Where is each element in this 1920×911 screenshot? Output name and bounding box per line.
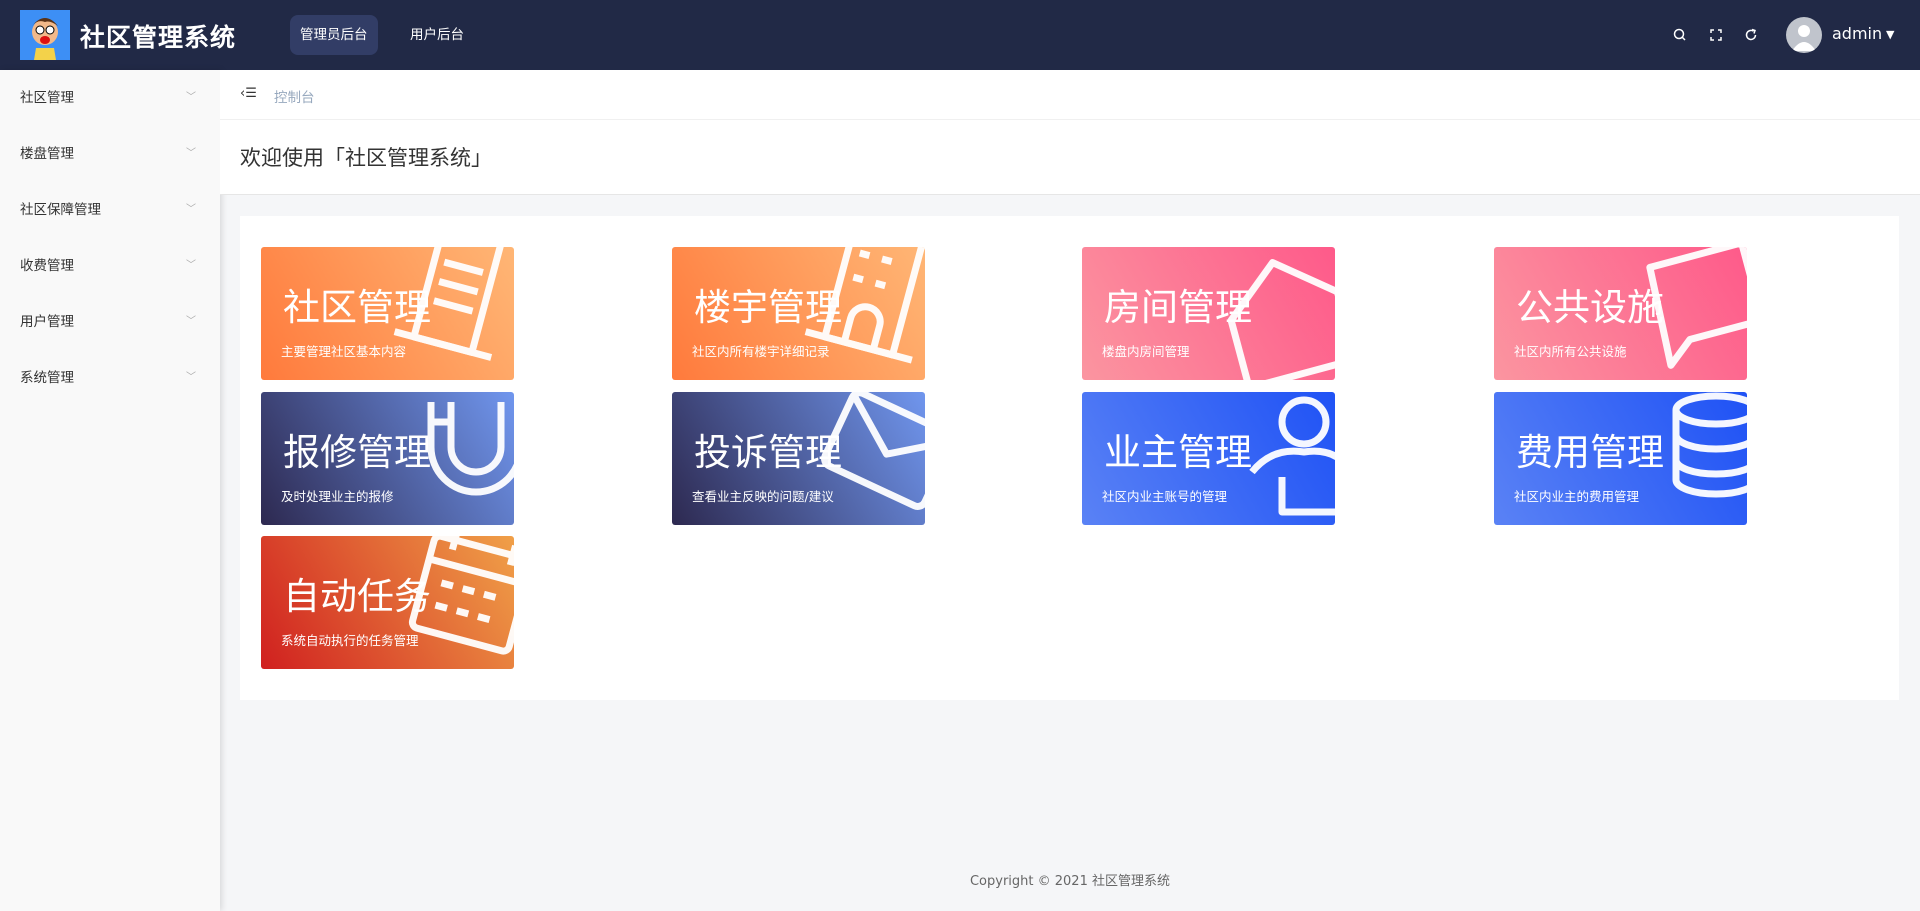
card-flag[interactable]: 公共设施 社区内所有公共设施 xyxy=(1494,247,1747,380)
app-title: 社区管理系统 xyxy=(80,23,237,52)
nav-tab-user[interactable]: 用户后台 xyxy=(400,15,474,55)
top-header: 社区管理系统 管理员后台 用户后台 admin ▼ xyxy=(0,0,1920,70)
card-title: 自动任务 xyxy=(283,575,431,618)
sidebar-item-property[interactable]: 楼盘管理 ﹀ xyxy=(0,126,220,182)
sidebar-item-label: 收费管理 xyxy=(20,258,74,274)
footer-copyright: Copyright © 2021 社区管理系统 xyxy=(969,874,1170,889)
card-subtitle: 主要管理社区基本内容 xyxy=(281,344,407,359)
card-office-building[interactable]: 楼宇管理 社区内所有楼宇详细记录 xyxy=(672,247,925,380)
collapse-menu-icon[interactable]: ‹☰ xyxy=(240,86,257,101)
chevron-down-icon: ﹀ xyxy=(186,316,196,327)
sidebar-item-label: 系统管理 xyxy=(20,370,74,386)
breadcrumb[interactable]: 控制台 xyxy=(274,86,315,106)
card-house[interactable]: 房间管理 楼盘内房间管理 xyxy=(1082,247,1335,380)
card-building[interactable]: 社区管理 主要管理社区基本内容 xyxy=(261,247,514,380)
app-logo xyxy=(20,10,70,60)
card-subtitle: 楼盘内房间管理 xyxy=(1102,344,1190,359)
chevron-down-icon: ﹀ xyxy=(186,204,196,215)
caret-down-icon[interactable]: ▼ xyxy=(1886,28,1894,41)
nav-tab-admin[interactable]: 管理员后台 xyxy=(290,15,378,55)
username[interactable]: admin xyxy=(1832,24,1882,43)
card-title: 楼宇管理 xyxy=(694,286,842,329)
chevron-down-icon: ﹀ xyxy=(186,92,196,103)
sidebar-item-label: 用户管理 xyxy=(20,314,74,330)
refresh-icon[interactable] xyxy=(1743,27,1759,43)
page-header: 欢迎使用「社区管理系统」 xyxy=(220,120,1920,195)
sidebar-item-users[interactable]: 用户管理 ﹀ xyxy=(0,294,220,350)
sidebar-item-system[interactable]: 系统管理 ﹀ xyxy=(0,350,220,406)
card-title: 投诉管理 xyxy=(694,431,842,474)
page-title: 欢迎使用「社区管理系统」 xyxy=(240,146,492,170)
sidebar: 社区管理 ﹀ 楼盘管理 ﹀ 社区保障管理 ﹀ 收费管理 ﹀ 用户管理 ﹀ 系统管理 ﹀ xyxy=(0,70,220,911)
card-coins[interactable]: 费用管理 社区内业主的费用管理 xyxy=(1494,392,1747,525)
card-title: 公共设施 xyxy=(1516,286,1664,329)
card-subtitle: 社区内所有公共设施 xyxy=(1514,344,1627,359)
search-icon[interactable] xyxy=(1672,27,1688,43)
sidebar-item-label: 社区保障管理 xyxy=(20,202,101,218)
card-magnet[interactable]: 报修管理 及时处理业主的报修 xyxy=(261,392,514,525)
card-title: 房间管理 xyxy=(1104,286,1252,329)
sidebar-item-security[interactable]: 社区保障管理 ﹀ xyxy=(0,182,220,238)
card-subtitle: 社区内业主账号的管理 xyxy=(1102,489,1228,504)
card-subtitle: 系统自动执行的任务管理 xyxy=(281,633,419,648)
avatar[interactable] xyxy=(1786,17,1822,53)
card-subtitle: 及时处理业主的报修 xyxy=(281,489,394,504)
chevron-down-icon: ﹀ xyxy=(186,372,196,383)
sidebar-item-fees[interactable]: 收费管理 ﹀ xyxy=(0,238,220,294)
fullscreen-icon[interactable] xyxy=(1708,27,1724,43)
card-title: 社区管理 xyxy=(283,286,431,329)
sidebar-item-label: 楼盘管理 xyxy=(20,146,74,162)
sidebar-item-label: 社区管理 xyxy=(20,90,74,106)
breadcrumb-bar: ‹☰ 控制台 xyxy=(220,70,1920,120)
chevron-down-icon: ﹀ xyxy=(186,260,196,271)
chevron-down-icon: ﹀ xyxy=(186,148,196,159)
card-subtitle: 社区内业主的费用管理 xyxy=(1514,489,1640,504)
card-calendar[interactable]: 自动任务 系统自动执行的任务管理 xyxy=(261,536,514,669)
card-mail[interactable]: 投诉管理 查看业主反映的问题/建议 xyxy=(672,392,925,525)
card-subtitle: 社区内所有楼宇详细记录 xyxy=(692,344,830,359)
card-user[interactable]: 业主管理 社区内业主账号的管理 xyxy=(1082,392,1335,525)
sidebar-item-community[interactable]: 社区管理 ﹀ xyxy=(0,70,220,126)
card-title: 费用管理 xyxy=(1516,431,1664,474)
card-subtitle: 查看业主反映的问题/建议 xyxy=(692,489,834,504)
card-title: 业主管理 xyxy=(1104,431,1252,474)
card-title: 报修管理 xyxy=(283,431,431,474)
